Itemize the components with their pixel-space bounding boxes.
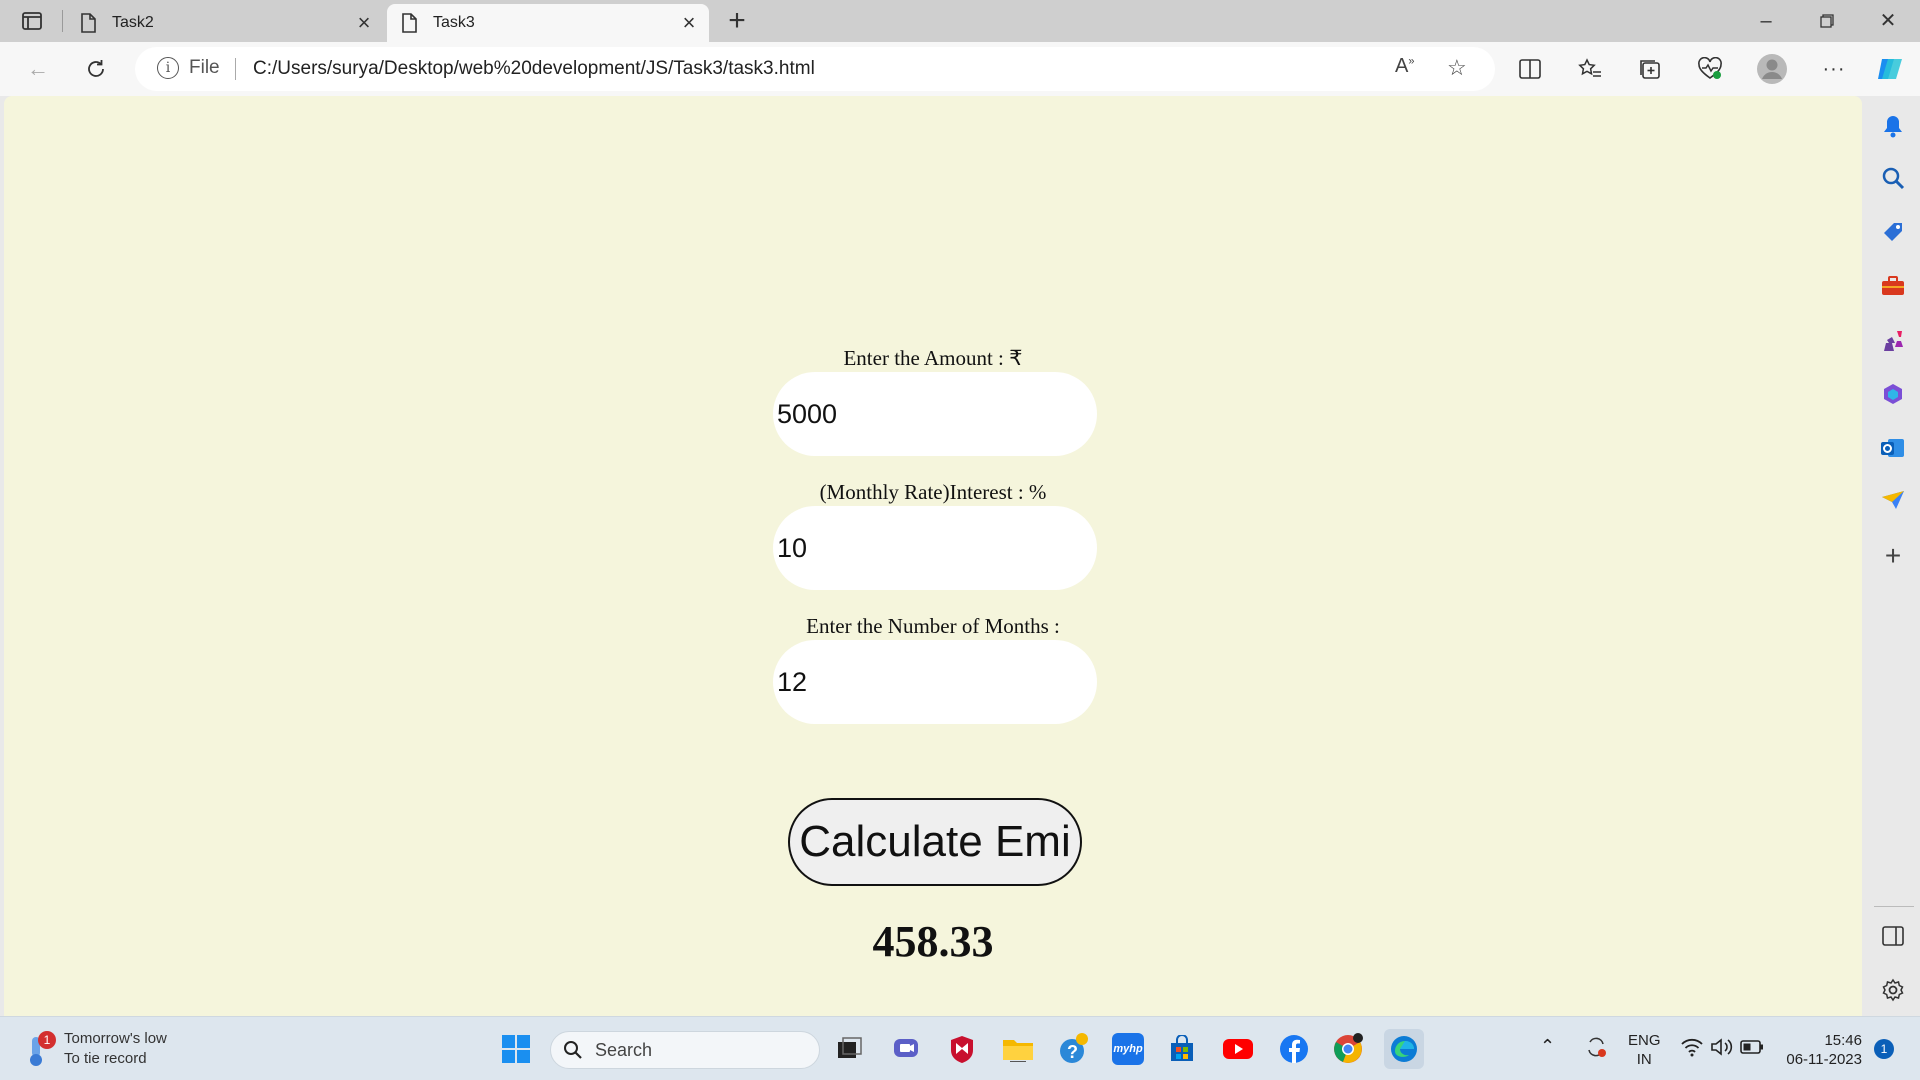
os-taskbar: 1 Tomorrow's low To tie record Search ? … <box>0 1016 1920 1080</box>
collections-icon[interactable] <box>1632 52 1668 86</box>
tab-title: Task3 <box>433 14 475 31</box>
facebook-icon[interactable] <box>1278 1033 1310 1065</box>
read-aloud-icon[interactable]: A» <box>1395 55 1414 78</box>
address-bar[interactable]: i File C:/Users/surya/Desktop/web%20deve… <box>135 47 1495 91</box>
close-window-button[interactable]: ✕ <box>1858 4 1918 38</box>
url-text[interactable]: C:/Users/surya/Desktop/web%20development… <box>253 58 815 80</box>
sync-icon[interactable] <box>1584 1035 1608 1064</box>
search-icon[interactable] <box>1879 164 1907 192</box>
add-icon[interactable]: + <box>1879 540 1907 571</box>
favorite-star-icon[interactable]: ☆ <box>1447 55 1467 81</box>
myhp-icon[interactable]: myhp <box>1112 1033 1144 1065</box>
battery-icon[interactable] <box>1740 1039 1764 1060</box>
edge-icon[interactable] <box>1384 1029 1424 1069</box>
volume-icon[interactable] <box>1710 1037 1734 1062</box>
page-icon <box>401 13 421 33</box>
notification-badge[interactable]: 1 <box>1874 1039 1894 1059</box>
wifi-icon[interactable] <box>1680 1037 1704 1062</box>
search-label: Search <box>595 1039 653 1060</box>
restore-button[interactable] <box>1797 4 1857 38</box>
task-view-icon[interactable] <box>834 1033 866 1065</box>
sidebar-divider <box>1874 906 1914 907</box>
shopping-tag-icon[interactable] <box>1879 218 1907 246</box>
windows-start-icon[interactable] <box>500 1033 532 1065</box>
calculate-emi-button[interactable]: Calculate Emi <box>788 798 1082 886</box>
weather-line1: Tomorrow's low <box>64 1030 167 1047</box>
clock-date: 06-11-2023 <box>1786 1051 1862 1068</box>
settings-gear-icon[interactable] <box>1879 976 1907 1004</box>
hide-sidebar-icon[interactable] <box>1879 922 1907 950</box>
tab-actions-icon[interactable] <box>12 8 52 34</box>
microsoft-store-icon[interactable] <box>1166 1033 1198 1065</box>
rate-label: (Monthly Rate)Interest : % <box>819 480 1047 504</box>
split-screen-icon[interactable] <box>1512 52 1548 86</box>
tab-strip: Task2 × Task3 × + – ✕ <box>0 0 1920 42</box>
svg-text:?: ? <box>1067 1042 1078 1062</box>
youtube-icon[interactable] <box>1222 1033 1254 1065</box>
drop-send-icon[interactable] <box>1879 486 1907 514</box>
weather-line2: To tie record <box>64 1050 147 1067</box>
games-icon[interactable] <box>1879 326 1907 354</box>
thermometer-icon: 1 <box>22 1029 56 1069</box>
page-viewport: Enter the Amount : ₹ (Monthly Rate)Inter… <box>4 96 1862 1016</box>
bell-icon[interactable] <box>1879 112 1907 140</box>
taskbar-search[interactable]: Search <box>550 1031 820 1069</box>
close-icon[interactable]: × <box>669 10 709 36</box>
tab-separator <box>62 10 63 32</box>
rate-input[interactable] <box>773 506 1097 590</box>
tools-icon[interactable] <box>1879 272 1907 300</box>
mcafee-icon[interactable] <box>946 1033 978 1065</box>
teams-chat-icon[interactable] <box>890 1033 922 1065</box>
favorites-icon[interactable] <box>1572 52 1608 86</box>
edge-sidebar: + <box>1866 96 1920 1016</box>
outlook-icon[interactable] <box>1879 434 1907 462</box>
info-icon: i <box>157 57 179 79</box>
amount-label: Enter the Amount : ₹ <box>843 346 1023 370</box>
refresh-icon[interactable] <box>78 52 114 86</box>
clock[interactable]: 15:46 06-11-2023 <box>1782 1031 1862 1069</box>
chrome-icon[interactable] <box>1332 1033 1364 1065</box>
lang-line2: IN <box>1636 1051 1652 1068</box>
amount-input[interactable] <box>773 372 1097 456</box>
page-icon <box>80 13 100 33</box>
show-hidden-icons[interactable]: ⌃ <box>1540 1037 1555 1056</box>
language-indicator[interactable]: ENG IN <box>1628 1031 1661 1069</box>
profile-avatar[interactable] <box>1754 52 1790 86</box>
browser-essentials-icon[interactable] <box>1692 52 1728 86</box>
back-icon[interactable]: ← <box>20 52 56 86</box>
copilot-icon[interactable] <box>1872 52 1908 86</box>
months-input[interactable] <box>773 640 1097 724</box>
lang-line1: ENG <box>1628 1032 1661 1049</box>
tab-task2[interactable]: Task2 × <box>66 4 384 42</box>
tab-title: Task2 <box>112 14 154 31</box>
search-icon <box>564 1041 582 1059</box>
clock-time: 15:46 <box>1824 1032 1862 1049</box>
close-icon[interactable]: × <box>344 10 384 36</box>
microsoft365-icon[interactable] <box>1879 380 1907 408</box>
months-label: Enter the Number of Months : <box>806 614 1060 638</box>
weather-badge: 1 <box>38 1031 56 1049</box>
more-options-icon[interactable]: ··· <box>1816 52 1852 86</box>
browser-toolbar: ← i File C:/Users/surya/Desktop/web%20de… <box>0 42 1920 96</box>
new-tab-button[interactable]: + <box>720 6 754 36</box>
tab-task3[interactable]: Task3 × <box>387 4 709 42</box>
get-help-icon[interactable]: ? <box>1058 1033 1090 1065</box>
weather-widget[interactable]: 1 Tomorrow's low To tie record <box>22 1029 167 1069</box>
file-explorer-icon[interactable] <box>1002 1033 1034 1065</box>
emi-result: 458.33 <box>872 917 994 966</box>
address-separator <box>235 58 236 80</box>
minimize-button[interactable]: – <box>1736 4 1796 38</box>
site-info[interactable]: i File <box>157 57 220 79</box>
scheme-label: File <box>189 57 220 78</box>
